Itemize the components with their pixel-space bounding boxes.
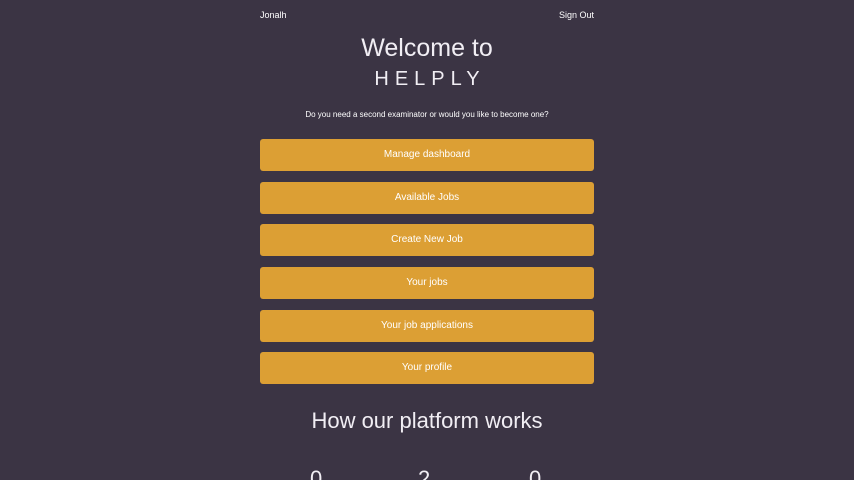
step-number: 0 <box>310 466 323 480</box>
step-number: 2 <box>418 466 431 480</box>
page: Jonalh Sign Out Welcome to HELPLY Do you… <box>0 0 854 480</box>
welcome-heading: Welcome to <box>361 34 493 62</box>
available-jobs-button[interactable]: Available Jobs <box>260 181 594 214</box>
sign-out-link[interactable]: Sign Out <box>559 8 594 22</box>
create-new-job-button[interactable]: Create New Job <box>260 224 594 257</box>
steps-row: 0 2 0 <box>0 468 854 480</box>
how-it-works-title: How our platform works <box>311 408 543 433</box>
step-number: 0 <box>529 466 542 480</box>
your-job-applications-button[interactable]: Your job applications <box>260 309 594 342</box>
brand-logo: HELPLY <box>374 68 486 90</box>
manage-dashboard-button[interactable]: Manage dashboard <box>260 139 594 171</box>
main-menu: Manage dashboard Available Jobs Create N… <box>260 139 594 395</box>
username: Jonalh <box>260 10 287 20</box>
top-bar: Jonalh Sign Out <box>260 8 594 22</box>
your-profile-button[interactable]: Your profile <box>260 352 594 385</box>
tagline: Do you need a second examinator or would… <box>305 110 549 119</box>
your-jobs-button[interactable]: Your jobs <box>260 267 594 300</box>
